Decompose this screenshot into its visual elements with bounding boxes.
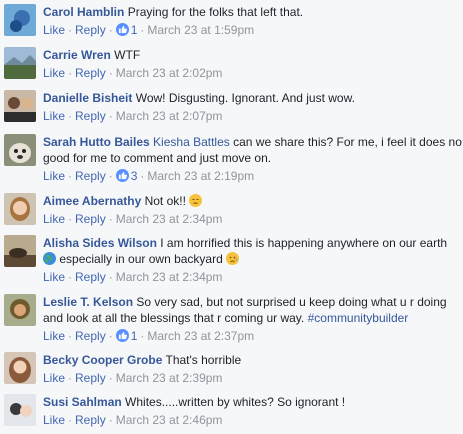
comment-text: That's horrible bbox=[165, 353, 242, 367]
like-link[interactable]: Like bbox=[43, 212, 65, 226]
comment-text-continued: especially in our own backyard bbox=[59, 252, 223, 266]
reply-link[interactable]: Reply bbox=[75, 371, 106, 385]
reply-link[interactable]: Reply bbox=[75, 329, 106, 343]
reply-link[interactable]: Reply bbox=[75, 413, 106, 427]
comment-timestamp[interactable]: March 23 at 2:19pm bbox=[147, 169, 254, 183]
comment-text: I am horrified this is happening anywher… bbox=[160, 236, 448, 250]
comment-timestamp[interactable]: March 23 at 2:46pm bbox=[116, 413, 223, 427]
comment-author[interactable]: Carrie Wren bbox=[43, 48, 111, 62]
comment-timestamp[interactable]: March 23 at 1:59pm bbox=[147, 23, 254, 37]
avatar[interactable] bbox=[4, 294, 36, 326]
avatar[interactable] bbox=[4, 4, 36, 36]
reply-link[interactable]: Reply bbox=[75, 23, 106, 37]
comment-timestamp[interactable]: March 23 at 2:02pm bbox=[116, 66, 223, 80]
reply-link[interactable]: Reply bbox=[75, 270, 106, 284]
comment-text: Wow! Disgusting. Ignorant. And just wow. bbox=[135, 91, 355, 105]
avatar[interactable] bbox=[4, 134, 36, 166]
avatar[interactable] bbox=[4, 235, 36, 267]
like-link[interactable]: Like bbox=[43, 329, 65, 343]
sad-face-icon bbox=[226, 252, 240, 265]
like-link[interactable]: Like bbox=[43, 371, 65, 385]
comment-text: So very sad, but not surprised u keep do… bbox=[136, 295, 447, 309]
comment-timestamp[interactable]: March 23 at 2:37pm bbox=[147, 329, 254, 343]
avatar[interactable] bbox=[4, 47, 36, 79]
hashtag-link[interactable]: #communitybuilder bbox=[308, 311, 409, 325]
comment-author[interactable]: Aimee Abernathy bbox=[43, 194, 141, 208]
comment-author[interactable]: Becky Cooper Grobe bbox=[43, 353, 162, 367]
like-link[interactable]: Like bbox=[43, 270, 65, 284]
like-link[interactable]: Like bbox=[43, 66, 65, 80]
reply-link[interactable]: Reply bbox=[75, 109, 106, 123]
avatar[interactable] bbox=[4, 352, 36, 384]
comment-author[interactable]: Leslie T. Kelson bbox=[43, 295, 133, 309]
comment-text-continued: and look at all the blessings that r com… bbox=[43, 311, 305, 325]
pensive-face-icon bbox=[189, 194, 203, 207]
comment-timestamp[interactable]: March 23 at 2:39pm bbox=[116, 371, 223, 385]
mention-link[interactable]: Kiesha Battles bbox=[153, 135, 230, 149]
globe-icon bbox=[43, 252, 56, 265]
like-link[interactable]: Like bbox=[43, 23, 65, 37]
reply-link[interactable]: Reply bbox=[75, 169, 106, 183]
comment-text: Praying for the folks that left that. bbox=[127, 5, 304, 19]
comment-text: can we share this? For me, i feel it doe… bbox=[233, 135, 462, 149]
comment-text: Whites.....written by whites? So ignoran… bbox=[125, 395, 346, 409]
like-reaction-icon[interactable] bbox=[115, 169, 129, 182]
comment-text: Not ok!! bbox=[144, 194, 186, 208]
like-link[interactable]: Like bbox=[43, 109, 65, 123]
like-reaction-icon[interactable] bbox=[115, 329, 129, 342]
avatar[interactable] bbox=[4, 90, 36, 122]
avatar[interactable] bbox=[4, 193, 36, 225]
like-link[interactable]: Like bbox=[43, 169, 65, 183]
comment-author[interactable]: Alisha Sides Wilson bbox=[43, 236, 157, 250]
like-link[interactable]: Like bbox=[43, 413, 65, 427]
comment-author[interactable]: Danielle Bisheit bbox=[43, 91, 132, 105]
comment-timestamp[interactable]: March 23 at 2:34pm bbox=[116, 212, 223, 226]
comment-text: WTF bbox=[114, 48, 141, 62]
comment-timestamp[interactable]: March 23 at 2:07pm bbox=[116, 109, 223, 123]
comment-author[interactable]: Susi Sahlman bbox=[43, 395, 122, 409]
comment-author[interactable]: Carol Hamblin bbox=[43, 5, 124, 19]
reply-link[interactable]: Reply bbox=[75, 212, 106, 226]
avatar[interactable] bbox=[4, 394, 36, 426]
comment-text-continued: good for me to comment and just move on. bbox=[43, 151, 272, 165]
comment-author[interactable]: Sarah Hutto Bailes bbox=[43, 135, 150, 149]
comment-timestamp[interactable]: March 23 at 2:34pm bbox=[116, 270, 223, 284]
like-reaction-icon[interactable] bbox=[115, 23, 129, 36]
reply-link[interactable]: Reply bbox=[75, 66, 106, 80]
